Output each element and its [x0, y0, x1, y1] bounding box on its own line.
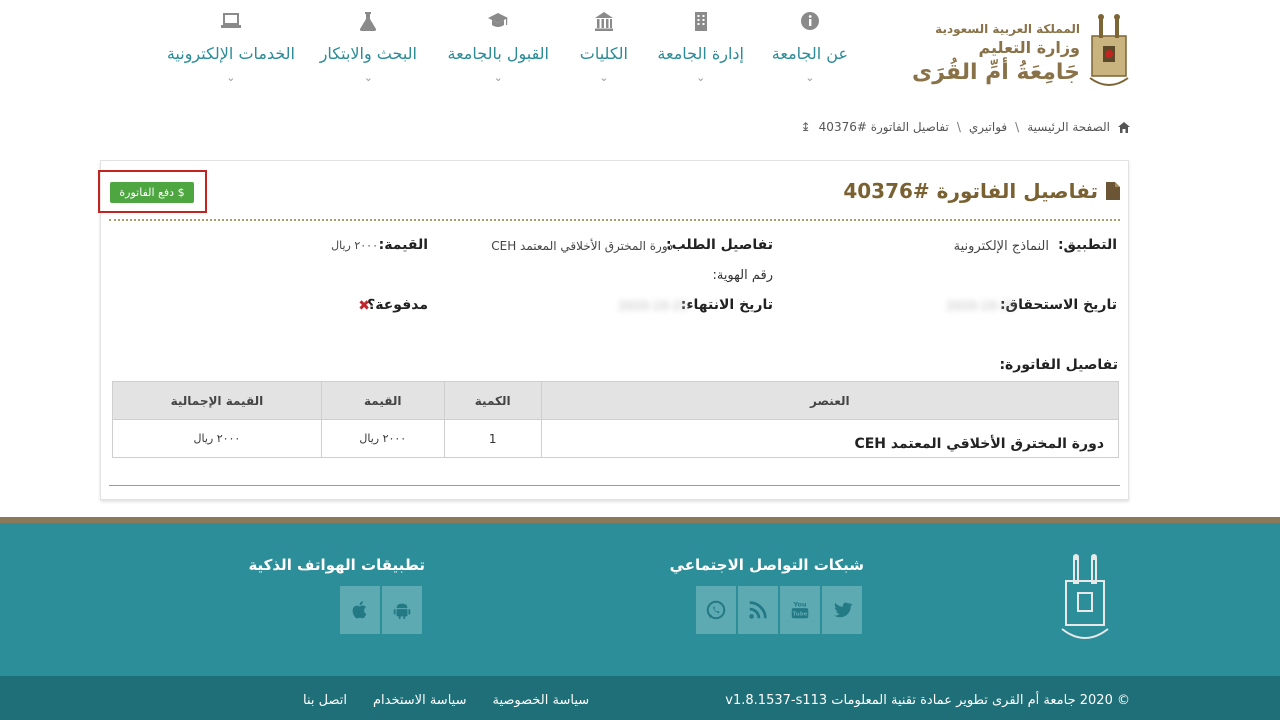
social-heading: شبكات التواصل الاجتماعي	[669, 556, 864, 574]
graduation-cap-icon	[488, 13, 509, 27]
national-id-label: رقم الهوية:	[712, 268, 773, 283]
item-quantity-cell: 1	[443, 419, 542, 458]
nav-colleges[interactable]: الكليات ⌄	[580, 10, 628, 84]
nav-research[interactable]: البحث والابتكار ⌄	[320, 10, 417, 84]
chevron-down-icon: ⌄	[805, 71, 815, 84]
column-header-price: القيمة	[320, 381, 445, 420]
svg-text:Tube: Tube	[793, 612, 808, 618]
footer-links: سياسة الخصوصية سياسة الاستخدام اتصل بنا	[303, 693, 589, 708]
breadcrumb-current: تفاصيل الفاتورة #40376	[818, 120, 949, 134]
logo-ministry-text: وزارة التعليم	[978, 38, 1080, 57]
laptop-icon	[220, 13, 241, 28]
twitter-button[interactable]	[822, 586, 862, 634]
amount-label: القيمة:	[378, 237, 428, 253]
chevron-down-icon: ⌄	[226, 71, 236, 84]
column-header-item: العنصر	[540, 381, 1120, 420]
info-icon	[800, 12, 819, 30]
invoice-details-label: تفاصيل الفاتورة:	[999, 357, 1118, 373]
expiry-date-label: تاريخ الانتهاء:	[680, 297, 773, 313]
university-emblem-icon	[1089, 14, 1129, 86]
invoice-panel: تفاصيل الفاتورة #40376 $ دفع الفاتورة ال…	[98, 160, 1129, 500]
home-icon[interactable]	[1118, 121, 1130, 133]
item-price-cell: ٢٠٠٠ ريال	[320, 419, 445, 458]
breadcrumb-home[interactable]: الصفحة الرئيسية	[1027, 120, 1110, 134]
ios-app-button[interactable]	[340, 586, 380, 634]
nav-about-label: عن الجامعة	[771, 44, 848, 63]
paid-label: مدفوعة؟	[367, 297, 428, 313]
nav-admission-label: القبول بالجامعة	[447, 44, 550, 63]
nav-research-label: البحث والابتكار	[319, 44, 417, 63]
page-title-text: تفاصيل الفاتورة #40376	[843, 179, 1098, 203]
title-divider	[109, 219, 1120, 221]
amount-value: ٢٠٠٠ ريال	[331, 239, 378, 252]
due-date-value: 2020-10-25	[946, 299, 1016, 313]
whatsapp-icon	[706, 600, 726, 620]
flask-icon	[360, 12, 377, 31]
rss-icon	[749, 601, 767, 619]
android-icon	[393, 603, 411, 620]
pay-button-highlight: $ دفع الفاتورة	[98, 170, 207, 213]
nav-colleges-label: الكليات	[579, 44, 628, 63]
column-header-total: القيمة الإجمالية	[112, 381, 322, 420]
privacy-policy-link[interactable]: سياسة الخصوصية	[492, 693, 589, 708]
nav-admission[interactable]: القبول بالجامعة ⌄	[447, 10, 550, 84]
terms-of-use-link[interactable]: سياسة الاستخدام	[373, 693, 467, 708]
panel-bottom-divider	[109, 485, 1120, 486]
page-title: تفاصيل الفاتورة #40376	[843, 179, 1120, 203]
nav-administration[interactable]: إدارة الجامعة ⌄	[657, 10, 744, 84]
request-details-value: دورة المخترق الأخلاقي المعتمد CEH	[491, 239, 673, 253]
youtube-icon: You Tube	[791, 600, 809, 619]
application-value: النماذج الإلكترونية	[953, 239, 1049, 254]
table-header-row: العنصر الكمية القيمة القيمة الإجمالية	[112, 381, 1120, 420]
twitter-icon	[834, 602, 853, 618]
pay-invoice-button[interactable]: $ دفع الفاتورة	[110, 182, 194, 203]
university-logo[interactable]: المملكة العربية السعودية وزارة التعليم ج…	[912, 8, 1132, 94]
chevron-down-icon: ⌄	[493, 71, 503, 84]
breadcrumb-separator: \	[956, 120, 961, 134]
university-seal-icon	[1061, 554, 1109, 639]
chevron-down-icon: ⌄	[363, 71, 373, 84]
footer-bottom-bar: © 2020 جامعة أم القرى تطوير عمادة تقنية …	[0, 676, 1280, 720]
item-name-cell: دورة المخترق الأخلاقي المعتمد CEH	[540, 419, 1120, 458]
nav-eservices[interactable]: الخدمات الإلكترونية ⌄	[167, 10, 295, 84]
expiry-date-value: 2020-10-25	[618, 299, 688, 313]
svg-text:You: You	[792, 600, 806, 608]
breadcrumb-swap-icon[interactable]: ↨	[801, 120, 811, 134]
contact-us-link[interactable]: اتصل بنا	[303, 693, 347, 708]
institution-icon	[594, 12, 613, 31]
document-icon	[1106, 182, 1120, 200]
invoice-items-table: العنصر الكمية القيمة القيمة الإجمالية دو…	[112, 381, 1120, 458]
nav-eservices-label: الخدمات الإلكترونية	[166, 44, 295, 63]
application-label: التطبيق:	[1057, 237, 1117, 253]
apps-heading: تطبيقات الهواتف الذكية	[248, 556, 425, 574]
building-icon	[694, 12, 707, 31]
breadcrumb-separator: \	[1015, 120, 1020, 134]
table-row: دورة المخترق الأخلاقي المعتمد CEH 1 ٢٠٠٠…	[112, 419, 1120, 458]
breadcrumb: الصفحة الرئيسية \ فواتيري \ تفاصيل الفات…	[801, 120, 1130, 134]
rss-button[interactable]	[738, 586, 778, 634]
copyright-text: © 2020 جامعة أم القرى تطوير عمادة تقنية …	[725, 693, 1130, 708]
nav-about[interactable]: عن الجامعة ⌄	[772, 10, 848, 84]
request-details-label: تفاصيل الطلب:	[665, 237, 773, 253]
breadcrumb-invoices[interactable]: فواتيري	[969, 120, 1007, 134]
youtube-button[interactable]: You Tube	[780, 586, 820, 634]
apple-icon	[352, 601, 367, 619]
logo-university-text: جَامِعَةُ أمِّ القُرَى	[912, 60, 1080, 85]
column-header-quantity: الكمية	[443, 381, 542, 420]
logo-country-text: المملكة العربية السعودية	[935, 22, 1080, 36]
chevron-down-icon: ⌄	[599, 71, 609, 84]
nav-administration-label: إدارة الجامعة	[657, 44, 744, 63]
whatsapp-button[interactable]	[696, 586, 736, 634]
site-header: المملكة العربية السعودية وزارة التعليم ج…	[0, 0, 1280, 110]
due-date-label: تاريخ الاستحقاق:	[999, 297, 1117, 313]
chevron-down-icon: ⌄	[696, 71, 706, 84]
item-total-cell: ٢٠٠٠ ريال	[112, 419, 322, 458]
android-app-button[interactable]	[382, 586, 422, 634]
unpaid-x-icon: ✖	[358, 298, 370, 314]
